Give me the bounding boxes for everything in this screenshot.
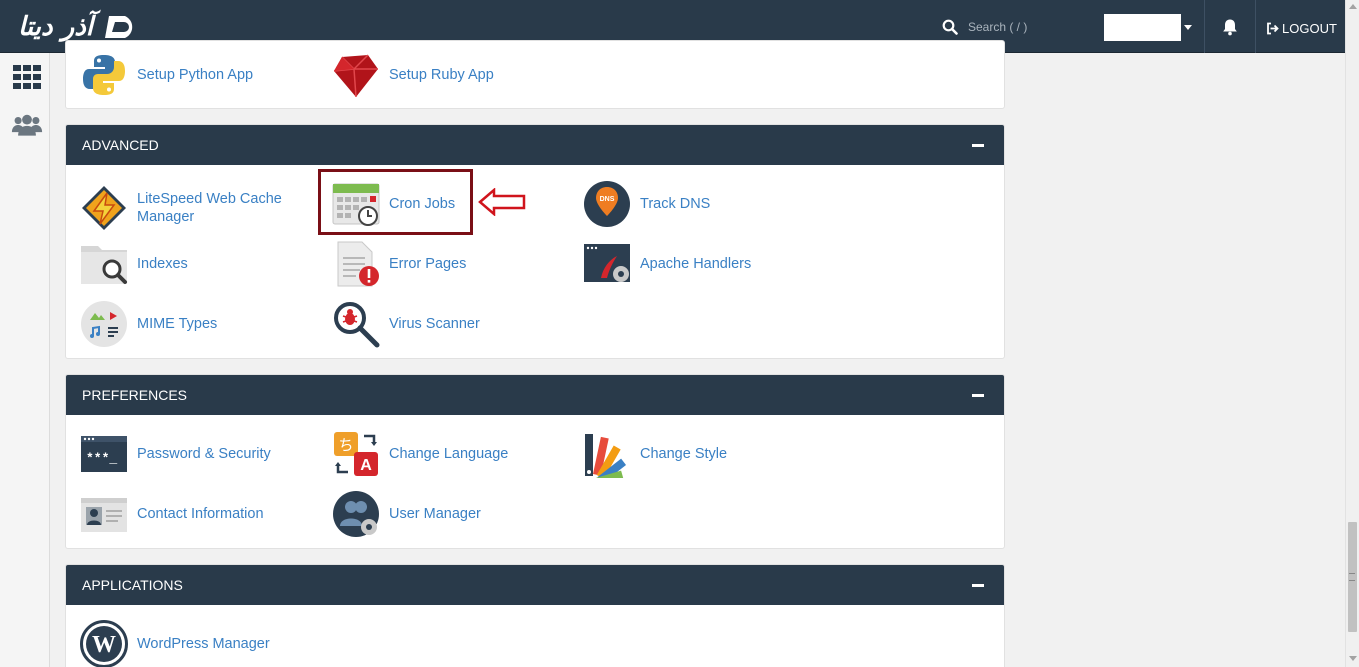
advanced-panel-header[interactable]: ADVANCED: [66, 125, 1004, 165]
mime-types-item[interactable]: MIME Types: [80, 300, 217, 348]
error-page-icon: [337, 241, 379, 287]
user-manager-icon: [333, 491, 379, 537]
virus-scanner-icon: [334, 302, 380, 348]
svg-text:ち: ち: [338, 436, 353, 454]
collapse-icon[interactable]: [972, 394, 984, 397]
contact-information-label: Contact Information: [137, 506, 264, 522]
collapse-icon[interactable]: [972, 144, 984, 147]
svg-text:W: W: [92, 632, 116, 658]
change-style-item[interactable]: Change Style: [583, 430, 727, 478]
mime-types-icon: [81, 301, 127, 347]
applications-panel-header[interactable]: APPLICATIONS: [66, 565, 1004, 605]
user-manager-item[interactable]: User Manager: [332, 490, 481, 538]
bell-icon[interactable]: [1221, 18, 1239, 36]
divider: [1204, 0, 1205, 53]
apache-handlers-item[interactable]: Apache Handlers: [583, 240, 751, 288]
applications-panel: APPLICATIONS W WordPress Manager: [65, 564, 1005, 667]
advanced-panel: ADVANCED LiteSpeed Web Cache Manager Cro…: [65, 124, 1005, 359]
software-panel: Setup Python App Setup Ruby App: [65, 40, 1005, 109]
python-icon: [83, 55, 125, 95]
svg-text:DNS: DNS: [600, 196, 615, 203]
virus-scanner-label: Virus Scanner: [389, 316, 480, 332]
password-icon: ***_: [81, 436, 127, 472]
brand-logo-text: آذر دیتا: [18, 12, 93, 42]
logo-mark-icon: [105, 16, 133, 38]
mime-types-label: MIME Types: [137, 316, 218, 332]
litespeed-icon: [82, 186, 126, 230]
contact-information-item[interactable]: Contact Information: [80, 490, 264, 538]
search-icon: [942, 19, 958, 35]
search-bar[interactable]: [942, 15, 1092, 39]
setup-ruby-app-label: Setup Ruby App: [389, 67, 494, 83]
indexes-label: Indexes: [137, 256, 188, 272]
divider: [1255, 0, 1256, 53]
logout-icon: [1267, 22, 1279, 34]
users-icon[interactable]: [11, 111, 43, 139]
dns-pin-icon: DNS: [584, 181, 630, 227]
preferences-panel-header[interactable]: PREFERENCES: [66, 375, 1004, 415]
apache-handlers-icon: [584, 244, 630, 282]
error-pages-label: Error Pages: [389, 256, 467, 272]
track-dns-label: Track DNS: [640, 196, 711, 212]
scrollbar-grip: [1349, 573, 1355, 581]
grid-icon[interactable]: [11, 63, 43, 91]
change-language-label: Change Language: [389, 446, 509, 462]
track-dns-item[interactable]: DNS Track DNS: [583, 180, 710, 228]
advanced-panel-title: ADVANCED: [82, 137, 159, 153]
password-security-item[interactable]: ***_ Password & Security: [80, 430, 271, 478]
error-pages-item[interactable]: Error Pages: [332, 240, 466, 288]
scroll-up-arrow-icon[interactable]: [1349, 4, 1357, 9]
apache-handlers-label: Apache Handlers: [640, 256, 752, 272]
user-menu[interactable]: [1104, 14, 1181, 41]
search-input[interactable]: [968, 20, 1088, 34]
sidebar: [0, 53, 50, 667]
logout-label: LOGOUT: [1282, 20, 1337, 36]
scrollbar[interactable]: [1345, 0, 1359, 667]
collapse-icon[interactable]: [972, 584, 984, 587]
setup-python-app-item[interactable]: Setup Python App: [80, 51, 253, 99]
svg-text:A: A: [360, 457, 372, 474]
indexes-item[interactable]: Indexes: [80, 240, 188, 288]
svg-text:***_: ***_: [86, 451, 117, 466]
user-manager-label: User Manager: [389, 506, 481, 522]
litespeed-label: LiteSpeed Web Cache Manager: [137, 191, 282, 225]
language-icon: ち A: [334, 432, 378, 476]
preferences-panel-title: PREFERENCES: [82, 387, 188, 403]
wordpress-manager-item[interactable]: W WordPress Manager: [80, 620, 270, 667]
contact-card-icon: [81, 498, 127, 532]
password-security-label: Password & Security: [137, 446, 271, 462]
setup-ruby-app-item[interactable]: Setup Ruby App: [332, 51, 494, 99]
change-language-item[interactable]: ち A Change Language: [332, 430, 508, 478]
left-arrow-icon: [478, 188, 526, 216]
ruby-icon: [333, 54, 378, 98]
virus-scanner-item[interactable]: Virus Scanner: [332, 300, 480, 348]
litespeed-item[interactable]: LiteSpeed Web Cache Manager: [80, 184, 307, 232]
wordpress-icon: W: [80, 620, 128, 667]
chevron-down-icon[interactable]: [1184, 25, 1192, 30]
brand-logo[interactable]: آذر دیتا: [18, 10, 158, 44]
logout-button[interactable]: LOGOUT: [1266, 19, 1337, 37]
palette-icon: [585, 434, 627, 478]
folder-search-icon: [81, 246, 127, 284]
wordpress-manager-label: WordPress Manager: [137, 636, 270, 652]
applications-panel-title: APPLICATIONS: [82, 577, 183, 593]
setup-python-app-label: Setup Python App: [137, 67, 254, 83]
preferences-panel: PREFERENCES ***_ Password & Security ち A…: [65, 374, 1005, 549]
cron-jobs-highlight-box: [318, 169, 473, 235]
change-style-label: Change Style: [640, 446, 728, 462]
scroll-down-arrow-icon[interactable]: [1349, 656, 1357, 661]
